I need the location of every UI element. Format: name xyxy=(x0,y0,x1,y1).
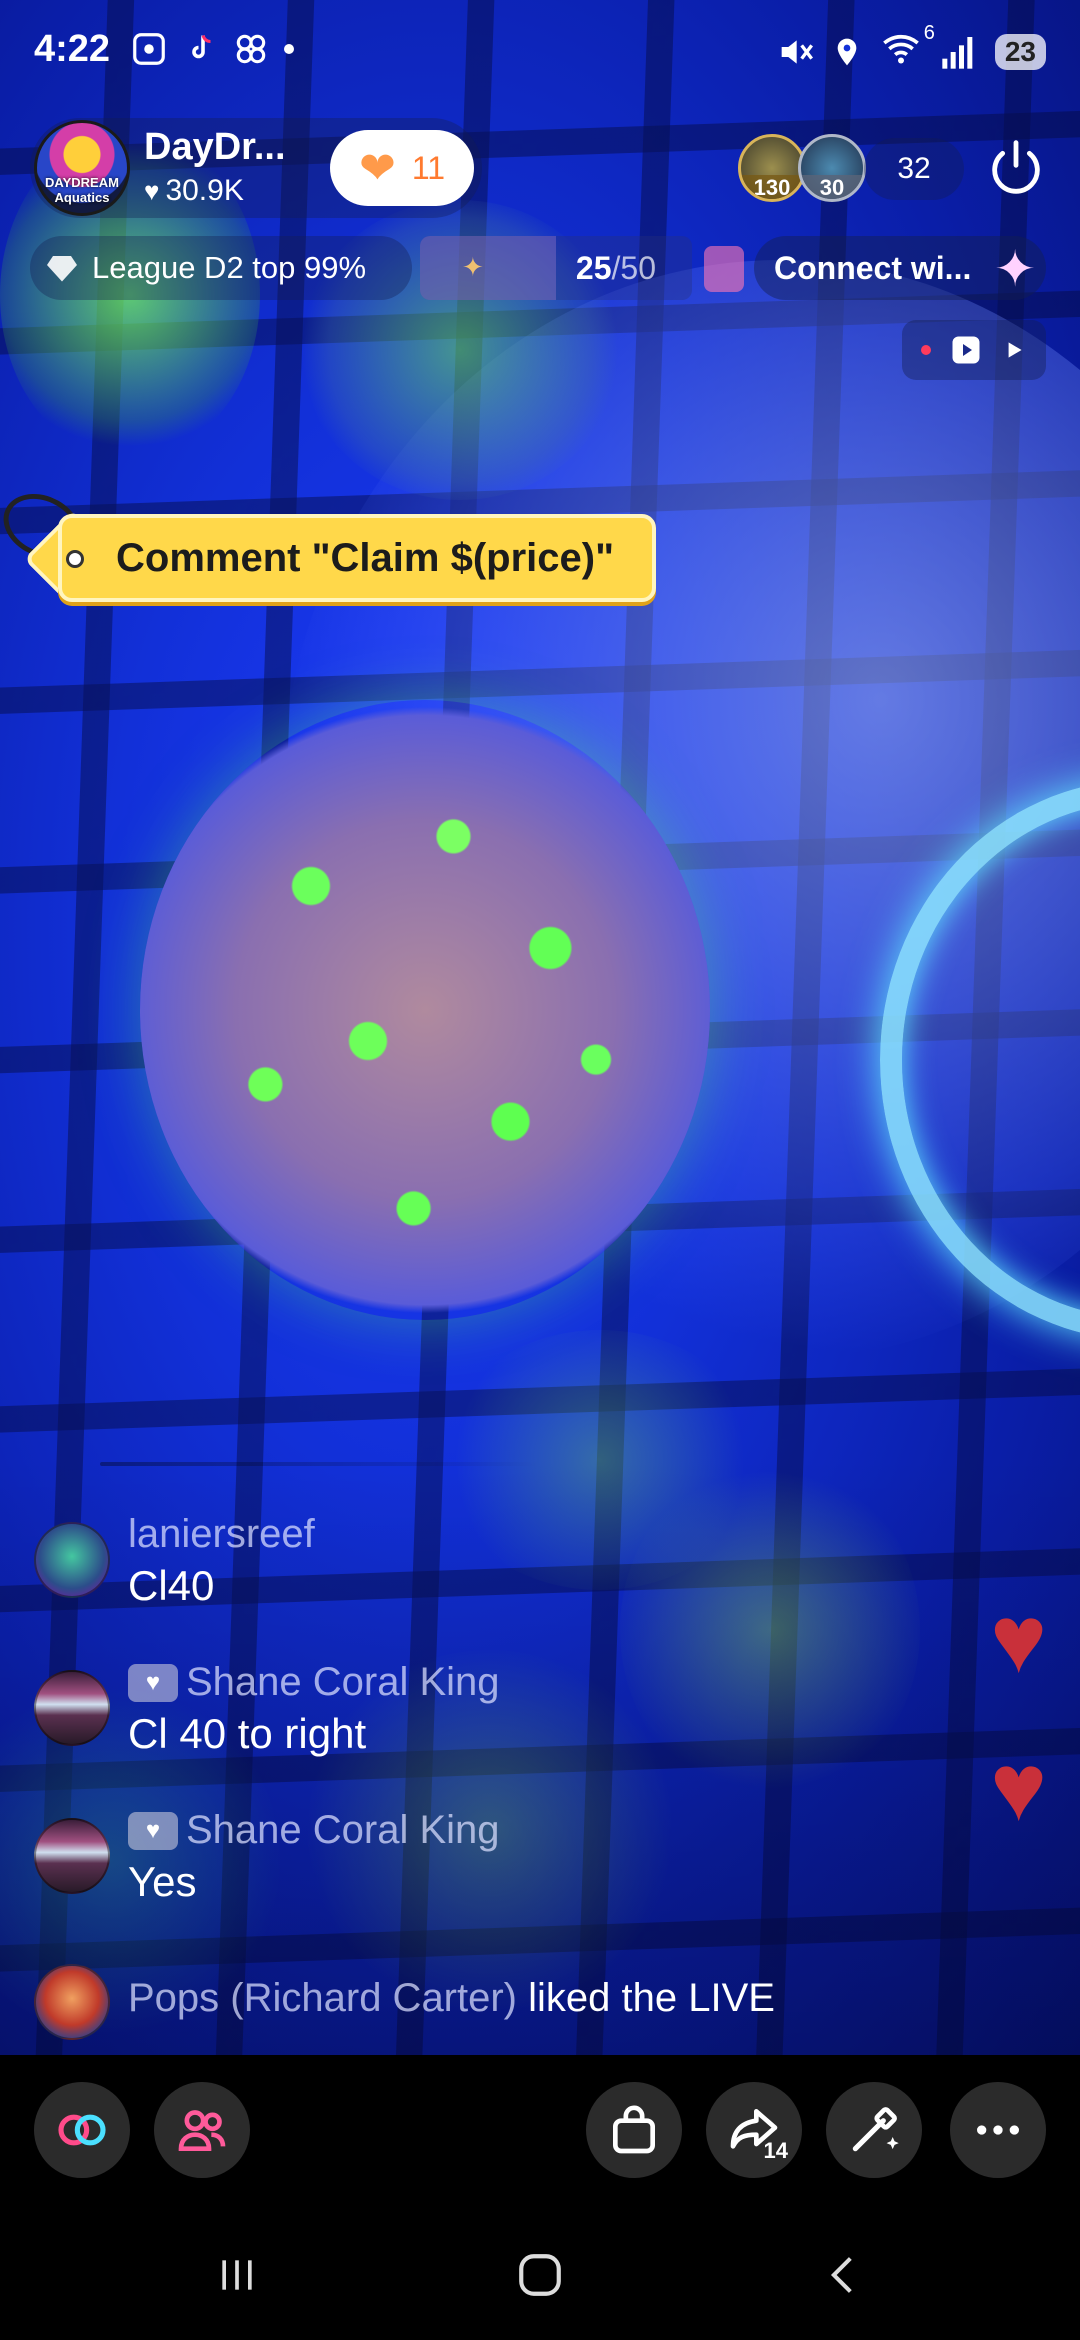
featured-coral xyxy=(140,700,710,1320)
media-controls[interactable] xyxy=(902,320,1046,380)
power-icon[interactable] xyxy=(984,136,1048,200)
goal-total: /50 xyxy=(611,250,656,286)
top-viewers[interactable]: 130 30 xyxy=(738,134,866,202)
screenshot-icon xyxy=(133,33,165,65)
signal-icon xyxy=(942,37,973,69)
comment-item[interactable]: laniersreef Cl40 xyxy=(34,1512,794,1622)
commenter-name-text: Shane Coral King xyxy=(186,1808,500,1852)
record-dot-icon xyxy=(920,345,931,355)
like-button-count: 11 xyxy=(411,149,446,186)
shopping-bag-icon xyxy=(613,2105,655,2154)
goal-progress[interactable]: ✦ 25/50 xyxy=(420,236,692,300)
top-viewer-label: 30 xyxy=(801,175,863,199)
location-icon xyxy=(837,38,857,66)
top-viewer-avatar[interactable]: 30 xyxy=(798,134,866,202)
link-icon xyxy=(58,2114,106,2146)
system-icons: 6 23 xyxy=(775,22,1046,76)
fan-badge-icon: ♥ xyxy=(128,1663,178,1702)
status-time: 4:22 xyxy=(34,28,111,70)
comment-text: Yes xyxy=(128,1858,197,1905)
heart-icon: ❤ xyxy=(358,143,396,193)
notification-icons xyxy=(130,30,294,68)
host-likes: ♥ 30.9K xyxy=(144,174,244,208)
activity-item[interactable]: Pops (Richard Carter) liked the LIVE xyxy=(34,1962,1054,2042)
fan-badge-icon: ♥ xyxy=(128,1811,178,1850)
video-play-icon[interactable] xyxy=(948,332,984,368)
tag-hole xyxy=(66,550,84,568)
activity-user: Pops (Richard Carter) xyxy=(128,1976,518,2020)
top-viewer-avatar[interactable]: 130 xyxy=(738,134,806,202)
magic-wand-icon xyxy=(852,2107,899,2152)
commenter-name-text: laniersreef xyxy=(128,1512,315,1556)
link-button[interactable] xyxy=(34,2082,130,2178)
pinned-comment-text: Comment "Claim $(price)" xyxy=(116,535,615,580)
share-count: 14 xyxy=(763,2138,788,2163)
battery-icon: 23 xyxy=(994,34,1046,70)
pinned-comment-body: Comment "Claim $(price)" xyxy=(58,514,656,602)
activity-text: Pops (Richard Carter) liked the LIVE xyxy=(128,1976,775,2021)
commenter-name[interactable]: ♥ Shane Coral King xyxy=(128,1808,500,1853)
host-name[interactable]: DayDr... xyxy=(144,126,286,169)
goal-progress-fill xyxy=(420,236,556,300)
activity-avatar[interactable] xyxy=(34,1964,110,2040)
pinned-comment-tag[interactable]: Comment "Claim $(price)" xyxy=(0,481,656,609)
heart-outline-icon: ♥ xyxy=(144,175,160,206)
commenter-avatar[interactable] xyxy=(34,1818,110,1894)
wifi-icon xyxy=(883,34,919,64)
goal-current: 25 xyxy=(575,250,612,286)
home-icon xyxy=(519,2254,561,2296)
home-button[interactable] xyxy=(505,2245,575,2305)
people-icon xyxy=(178,2110,226,2151)
share-button[interactable]: 14 xyxy=(706,2082,802,2178)
recent-apps-button[interactable] xyxy=(202,2245,272,2305)
comment-text: Cl 40 to right xyxy=(128,1710,367,1757)
connect-label: Connect wi... xyxy=(774,249,972,286)
mute-icon xyxy=(781,40,813,64)
top-viewer-label: 130 xyxy=(741,175,803,199)
commenter-avatar[interactable] xyxy=(34,1522,110,1598)
host-avatar[interactable]: DAYDREAM Aquatics xyxy=(34,120,130,216)
viewer-count[interactable]: 32 xyxy=(864,138,964,200)
play-arrow-icon[interactable] xyxy=(1001,335,1027,365)
goal-progress-text: 25/50 xyxy=(576,250,656,287)
league-badge[interactable]: League D2 top 99% xyxy=(30,236,412,300)
comment-text: Cl40 xyxy=(128,1562,215,1609)
activity-action: liked the LIVE xyxy=(517,1976,775,2020)
commenter-name[interactable]: ♥ Shane Coral King xyxy=(128,1660,500,1705)
diamond-icon xyxy=(47,256,77,282)
sparkle-icon: ✦ xyxy=(994,241,1036,297)
commenter-name[interactable]: laniersreef xyxy=(128,1512,315,1557)
league-label: League D2 top 99% xyxy=(92,250,367,285)
host-logo-text: DAYDREAM Aquatics xyxy=(45,175,119,205)
gift-box-icon[interactable] xyxy=(704,246,744,292)
effects-button[interactable] xyxy=(826,2082,922,2178)
connect-button[interactable]: Connect wi... ✦ xyxy=(754,236,1046,300)
dot-icon xyxy=(284,44,294,54)
commenter-name-text: Shane Coral King xyxy=(186,1660,500,1704)
back-icon xyxy=(830,2257,852,2293)
host-likes-count: 30.9K xyxy=(165,174,244,207)
recent-apps-icon xyxy=(222,2260,252,2290)
pinwheel-icon xyxy=(236,34,266,64)
floating-heart-icon: ♥ xyxy=(990,1734,1047,1841)
bottom-toolbar: 14 xyxy=(0,2055,1080,2205)
gift-icon: ✦ xyxy=(462,252,484,282)
network-type: 6 xyxy=(923,22,935,44)
tiktok-icon xyxy=(192,34,211,59)
commenter-avatar[interactable] xyxy=(34,1670,110,1746)
shop-button[interactable] xyxy=(586,2082,682,2178)
people-button[interactable] xyxy=(154,2082,250,2178)
floating-heart-icon: ♥ xyxy=(990,1586,1047,1693)
comments-divider xyxy=(100,1462,540,1466)
back-button[interactable] xyxy=(808,2245,878,2305)
like-button[interactable]: ❤ 11 xyxy=(330,130,474,206)
comment-item[interactable]: ♥ Shane Coral King Cl 40 to right xyxy=(34,1660,794,1770)
more-button[interactable] xyxy=(950,2082,1046,2178)
comment-item[interactable]: ♥ Shane Coral King Yes xyxy=(34,1808,794,1918)
system-nav-bar xyxy=(0,2205,1080,2340)
more-icon xyxy=(977,2125,1019,2135)
status-bar: 4:22 6 23 xyxy=(0,0,1080,100)
